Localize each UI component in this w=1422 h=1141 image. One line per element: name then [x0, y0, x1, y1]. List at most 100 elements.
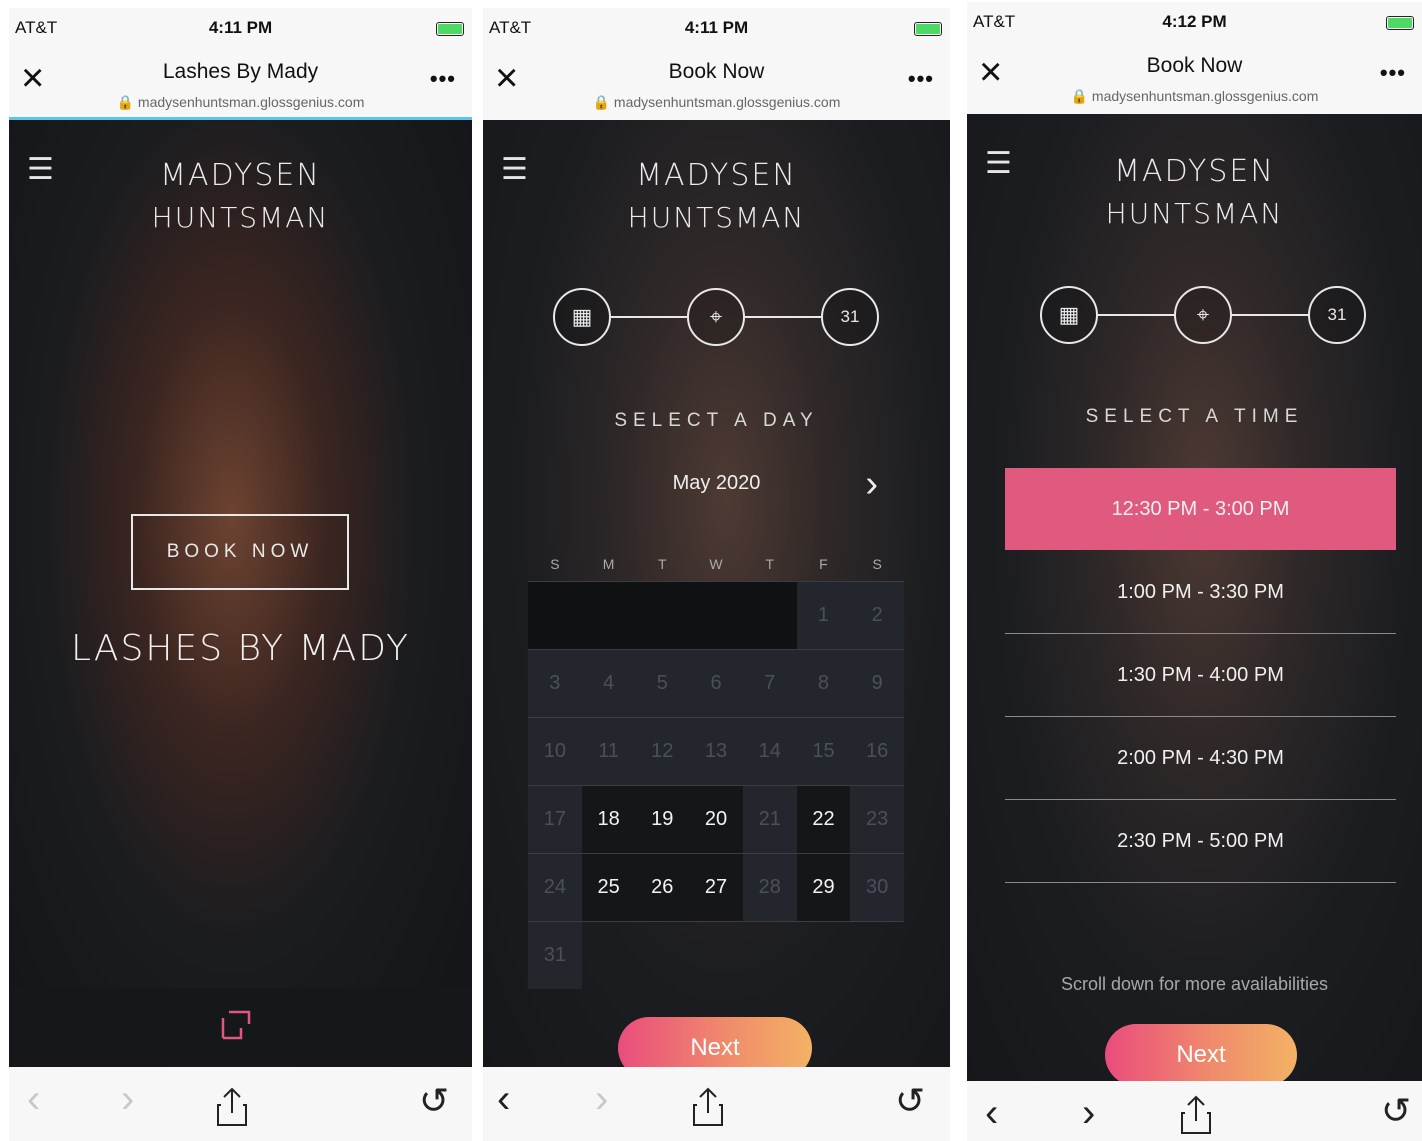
- calendar-day: 3: [528, 650, 582, 717]
- time-slot[interactable]: 2:30 PM - 5:00 PM: [1005, 800, 1396, 883]
- calendar-day: 21: [742, 786, 797, 853]
- time-slot[interactable]: 2:00 PM - 4:30 PM: [1005, 717, 1396, 800]
- calendar-empty-cell: [689, 922, 743, 989]
- booking-steps: ▦ ⌖ 31: [483, 288, 950, 368]
- booking-section: ☰ MADYSEN HUNTSMAN ▦ ⌖ 31 SELECT A DAY M…: [483, 120, 950, 1067]
- time-slot[interactable]: 1:00 PM - 3:30 PM: [1005, 551, 1396, 634]
- brand-line2: HUNTSMAN: [627, 201, 806, 234]
- calendar-day: 24: [528, 854, 582, 921]
- url-domain[interactable]: 🔒 madysenhuntsman.glossgenius.com: [483, 94, 950, 111]
- step-calendar-icon[interactable]: 31: [821, 288, 879, 346]
- brand-line2: HUNTSMAN: [151, 201, 330, 234]
- book-now-button[interactable]: BOOK NOW: [131, 514, 349, 590]
- share-icon[interactable]: [693, 1087, 723, 1134]
- booking-steps: ▦ ⌖ 31: [967, 286, 1422, 366]
- calendar-day: 31: [528, 922, 582, 989]
- forward-icon[interactable]: ›: [595, 1079, 608, 1119]
- calendar-week-row: 24 25 26 27 28 29 30: [528, 853, 905, 921]
- hero-business-name: LASHES BY MADY: [71, 628, 410, 669]
- browser-url-bar: × Book Now 🔒 madysenhuntsman.glossgenius…: [483, 48, 950, 118]
- step-location-pin-icon[interactable]: ⌖: [687, 288, 745, 346]
- page-title: Book Now: [668, 60, 765, 83]
- weekday-label: S: [872, 556, 882, 572]
- back-icon[interactable]: ‹: [497, 1079, 510, 1119]
- step-connector: [609, 316, 689, 318]
- calendar-day[interactable]: 19: [635, 786, 690, 853]
- share-icon[interactable]: [217, 1087, 247, 1134]
- url-domain[interactable]: 🔒 madysenhuntsman.glossgenius.com: [9, 94, 472, 111]
- calendar-empty-cell: [850, 922, 904, 989]
- step-connector: [1096, 314, 1176, 316]
- brand-line1: MADYSEN: [1114, 154, 1275, 189]
- reload-icon[interactable]: ↺: [419, 1083, 449, 1119]
- calendar-week-row: 31: [528, 921, 904, 989]
- calendar-day[interactable]: 22: [796, 786, 851, 853]
- calendar-week-row: 10 11 12 13 14 15 16: [528, 717, 905, 785]
- calendar-week-row: 12: [528, 581, 905, 649]
- browser-toolbar: ‹ › ↺: [9, 1067, 472, 1141]
- calendar-day: 15: [796, 718, 851, 785]
- url-domain[interactable]: 🔒 madysenhuntsman.glossgenius.com: [967, 88, 1422, 105]
- share-icon[interactable]: [1181, 1095, 1211, 1141]
- calendar-day: 12: [635, 718, 690, 785]
- step-service-grid-icon[interactable]: ▦: [1040, 286, 1098, 344]
- weekday-label: T: [765, 556, 775, 572]
- reload-icon[interactable]: ↺: [895, 1083, 925, 1119]
- brand-logo: MADYSEN HUNTSMAN: [967, 154, 1422, 230]
- calendar-day[interactable]: 18: [581, 786, 636, 853]
- step-location-pin-icon[interactable]: ⌖: [1174, 286, 1232, 344]
- calendar-day: 14: [742, 718, 797, 785]
- calendar-weekday-header: SMTWTFS: [528, 547, 904, 581]
- calendar-empty-cell: [635, 582, 690, 649]
- calendar-day: 10: [528, 718, 582, 785]
- reload-icon[interactable]: ↺: [1381, 1093, 1411, 1129]
- phone-screen-home: AT&T 4:11 PM × Lashes By Mady 🔒 madysenh…: [9, 8, 472, 1141]
- calendar-day[interactable]: 20: [689, 786, 743, 853]
- time-slot[interactable]: 12:30 PM - 3:00 PM: [1005, 468, 1396, 550]
- time-slot[interactable]: 1:30 PM - 4:00 PM: [1005, 634, 1396, 717]
- weekday-label: F: [819, 556, 828, 572]
- forward-icon[interactable]: ›: [121, 1079, 134, 1119]
- calendar-day: 2: [850, 582, 905, 649]
- calendar-day: 4: [581, 650, 636, 717]
- calendar-empty-cell: [743, 922, 797, 989]
- page-title: Book Now: [1146, 54, 1243, 77]
- browser-toolbar: ‹ › ↺: [967, 1081, 1422, 1141]
- calendar-day: 5: [635, 650, 690, 717]
- next-button[interactable]: Next: [1105, 1024, 1297, 1081]
- calendar-day[interactable]: 27: [689, 854, 743, 921]
- clock: 4:12 PM: [1162, 12, 1227, 31]
- month-label: May 2020: [672, 472, 761, 494]
- clock: 4:11 PM: [684, 18, 749, 37]
- calendar-day[interactable]: 25: [581, 854, 636, 921]
- calendar-empty-cell: [742, 582, 797, 649]
- calendar-empty-cell: [528, 582, 582, 649]
- calendar-day: 1: [796, 582, 851, 649]
- calendar-day: 17: [528, 786, 582, 853]
- weekday-label: W: [709, 556, 723, 572]
- step-calendar-icon[interactable]: 31: [1308, 286, 1366, 344]
- next-button[interactable]: Next: [618, 1017, 812, 1067]
- more-icon[interactable]: •••: [430, 66, 456, 92]
- calendar-day: 8: [796, 650, 851, 717]
- clock: 4:11 PM: [208, 18, 273, 37]
- phone-screen-select-time: AT&T 4:12 PM × Book Now 🔒 madysenhuntsma…: [967, 2, 1422, 1141]
- footer-bar: [9, 988, 472, 1066]
- phone-screen-select-day: AT&T 4:11 PM × Book Now 🔒 madysenhuntsma…: [483, 8, 950, 1141]
- step-service-grid-icon[interactable]: ▦: [553, 288, 611, 346]
- back-icon[interactable]: ‹: [27, 1079, 40, 1119]
- back-icon[interactable]: ‹: [985, 1093, 998, 1133]
- more-icon[interactable]: •••: [908, 66, 934, 92]
- calendar-empty-cell: [797, 922, 851, 989]
- brand-logo: MADYSEN HUNTSMAN: [9, 158, 472, 234]
- step-connector: [743, 316, 823, 318]
- calendar-day[interactable]: 29: [796, 854, 851, 921]
- calendar-day: 13: [689, 718, 743, 785]
- next-month-chevron-icon[interactable]: ›: [865, 463, 878, 506]
- calendar-day: 7: [742, 650, 797, 717]
- forward-icon[interactable]: ›: [1082, 1093, 1095, 1133]
- brand-logo: MADYSEN HUNTSMAN: [483, 158, 950, 234]
- calendar-day[interactable]: 26: [635, 854, 690, 921]
- calendar-day: 30: [850, 854, 905, 921]
- more-icon[interactable]: •••: [1380, 60, 1406, 86]
